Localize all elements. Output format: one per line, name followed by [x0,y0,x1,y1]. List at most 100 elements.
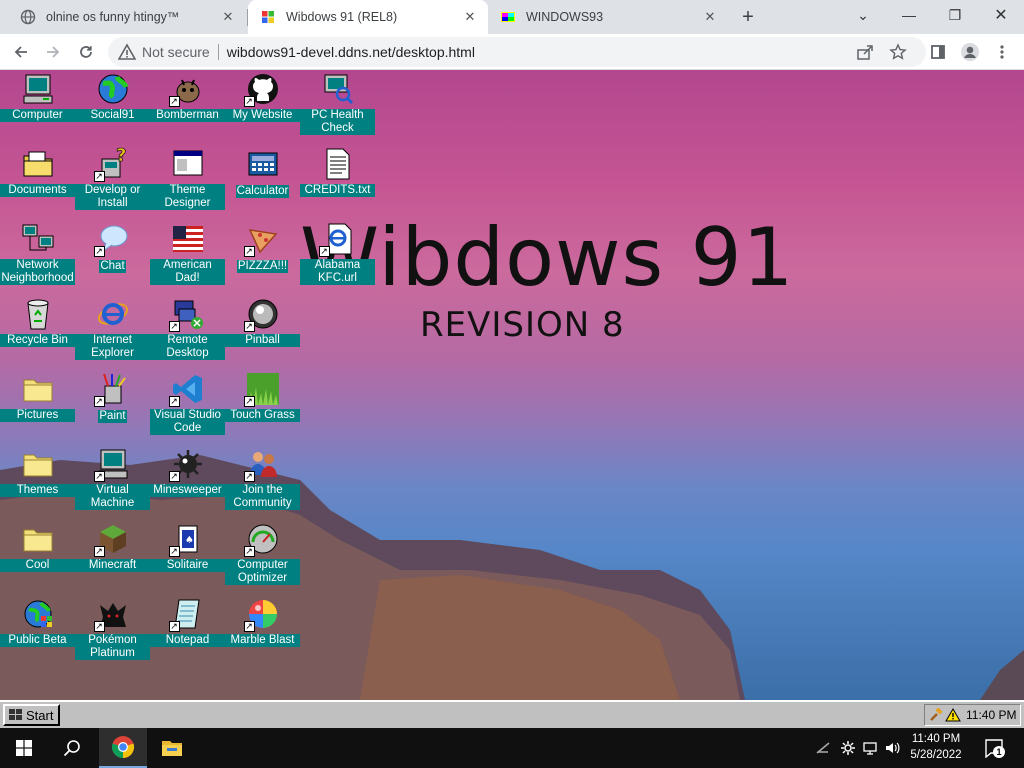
shortcut-arrow-icon: ↗ [243,396,255,407]
warning-triangle-icon [118,43,136,60]
minimize-button[interactable]: — [886,0,932,30]
us-flag-icon [172,226,203,252]
icon-label: Theme Designer [150,184,225,210]
tab-search-button[interactable]: ⌄ [840,0,886,30]
close-window-button[interactable]: ✕ [978,0,1024,30]
desktop-icon-pinball[interactable]: ↗ Pinball [225,297,300,347]
back-button[interactable] [7,38,35,66]
desktop-icon-documents[interactable]: Documents [0,147,75,197]
shortcut-arrow-icon: ↗ [168,396,180,407]
shortcut-arrow-icon: ↗ [93,471,105,482]
shortcut-arrow-icon: ↗ [93,171,105,182]
tab-windows93[interactable]: WINDOWS93 ✕ [488,0,728,34]
icon-label: Themes [0,484,75,497]
desktop-icon-chat[interactable]: ↗ Chat [75,222,150,274]
search-button[interactable] [48,728,96,768]
desktop-icon-computer-optimizer[interactable]: ↗ Computer Optimizer [225,522,300,585]
desktop-icon-pokemon-platinum[interactable]: ↗ Pokémon Platinum [75,597,150,660]
volume-icon[interactable] [884,740,900,756]
search-icon [63,740,80,757]
close-icon[interactable]: ✕ [460,7,480,27]
shortcut-arrow-icon: ↗ [168,471,180,482]
bookmark-star-icon[interactable] [889,43,907,61]
side-panel-button[interactable] [924,38,952,66]
desktop-icon-alabama-kfc-url[interactable]: ↗ Alabama KFC.url [300,222,375,285]
desktop-icon-pizzza[interactable]: ↗ PIZZZA!!! [225,222,300,274]
desktop-icon-cool[interactable]: Cool [0,522,75,572]
icon-label: Recycle Bin [0,334,75,347]
icon-label: Marble Blast [225,634,300,647]
desktop-icon-calculator[interactable]: Calculator [225,147,300,199]
desktop-icon-pictures[interactable]: Pictures [0,372,75,422]
close-icon[interactable]: ✕ [218,7,238,27]
desktop-icon-public-beta[interactable]: Public Beta [0,597,75,647]
address-bar[interactable]: Not secure wibdows91-devel.ddns.net/desk… [108,37,926,67]
shortcut-arrow-icon: ↗ [243,546,255,557]
desktop-icon-remote-desktop[interactable]: ↗ Remote Desktop [150,297,225,360]
desktop-icon-solitaire[interactable]: ♠ ↗ Solitaire [150,522,225,572]
desktop-icon-visual-studio-code[interactable]: ↗ Visual Studio Code [150,372,225,435]
network-icon[interactable] [862,740,878,756]
desktop-icon-network-neighborhood[interactable]: Network Neighborhood [0,222,75,285]
kebab-menu-icon [1000,45,1004,59]
tab-title: WINDOWS93 [526,10,604,24]
desktop-icon-recycle-bin[interactable]: Recycle Bin [0,297,75,347]
desktop-icon-bomberman[interactable]: ↗ Bomberman [150,72,225,122]
hammer-icon[interactable] [929,708,943,722]
desktop-icon-themes[interactable]: Themes [0,447,75,497]
desktop-icon-computer[interactable]: Computer [0,72,75,122]
icon-label: CREDITS.txt [300,184,375,197]
network-icon [22,224,53,251]
desktop-icon-my-website[interactable]: ↗ My Website [225,72,300,122]
notification-center-button[interactable]: 1 [982,737,1006,759]
desktop-icon-pc-health-check[interactable]: PC Health Check [300,72,375,135]
desktop[interactable]: Wibdows 91 REVISION 8 Computer Documents… [0,70,1024,700]
url-text: wibdows91-devel.ddns.net/desktop.html [226,44,475,60]
globe-icon [98,74,128,104]
icon-label: Touch Grass [225,409,300,422]
forward-button[interactable] [39,38,67,66]
desktop-icon-minesweeper[interactable]: ↗ Minesweeper [150,447,225,497]
desktop-icon-american-dad[interactable]: American Dad! [150,222,225,286]
new-tab-button[interactable]: + [736,5,760,29]
desktop-icon-paint[interactable]: ↗ Paint [75,372,150,424]
reload-button[interactable] [72,38,100,66]
desktop-icon-minecraft[interactable]: ↗ Minecraft [75,522,150,572]
shortcut-arrow-icon: ↗ [243,246,255,257]
w91-clock: 11:40 PM [966,708,1017,722]
profile-button[interactable] [956,38,984,66]
menu-button[interactable] [988,38,1016,66]
recycle-bin-icon [26,299,49,330]
taskbar-clock[interactable]: 11:40 PM 5/28/2022 [906,731,966,763]
chrome-taskbar-button[interactable] [99,728,147,768]
start-button[interactable]: Start [3,704,60,726]
desktop-icon-virtual-machine[interactable]: ↗ Virtual Machine [75,447,150,510]
desktop-icon-notepad[interactable]: ↗ Notepad [150,597,225,647]
tab-olnine-os[interactable]: olnine os funny htingy™ ✕ [8,0,246,34]
clock-date: 5/28/2022 [910,749,962,761]
file-explorer-taskbar-button[interactable] [148,728,196,768]
network-disconnected-icon[interactable] [815,740,831,756]
share-icon[interactable] [856,43,874,61]
screen: olnine os funny htingy™ ✕ Wibdows 91 (RE… [0,0,1024,768]
desktop-icon-credits-txt[interactable]: CREDITS.txt [300,147,375,197]
tab-wibdows-91[interactable]: Wibdows 91 (REL8) ✕ [248,0,488,34]
windows-logo-icon [262,11,274,23]
not-secure-label: Not secure [142,44,210,60]
warning-icon[interactable] [945,708,961,722]
shortcut-arrow-icon: ↗ [168,96,180,107]
shortcut-arrow-icon: ↗ [243,321,255,332]
desktop-icon-develop-or-install[interactable]: ? ↗ Develop or Install [75,145,150,210]
desktop-icon-marble-blast[interactable]: ↗ Marble Blast [225,597,300,647]
restore-button[interactable]: ❐ [932,0,978,30]
desktop-icon-theme-designer[interactable]: Theme Designer [150,147,225,210]
avatar-icon [961,43,979,61]
windows-start-button[interactable] [0,728,48,768]
desktop-icon-touch-grass[interactable]: ↗ Touch Grass [225,372,300,422]
folder-documents-icon [23,151,52,177]
desktop-icon-join-the-community[interactable]: ↗ Join the Community [225,447,300,510]
gear-icon[interactable] [840,740,856,756]
close-icon[interactable]: ✕ [700,7,720,27]
desktop-icon-internet-explorer[interactable]: Internet Explorer [75,297,150,360]
desktop-icon-social91[interactable]: Social91 [75,72,150,122]
